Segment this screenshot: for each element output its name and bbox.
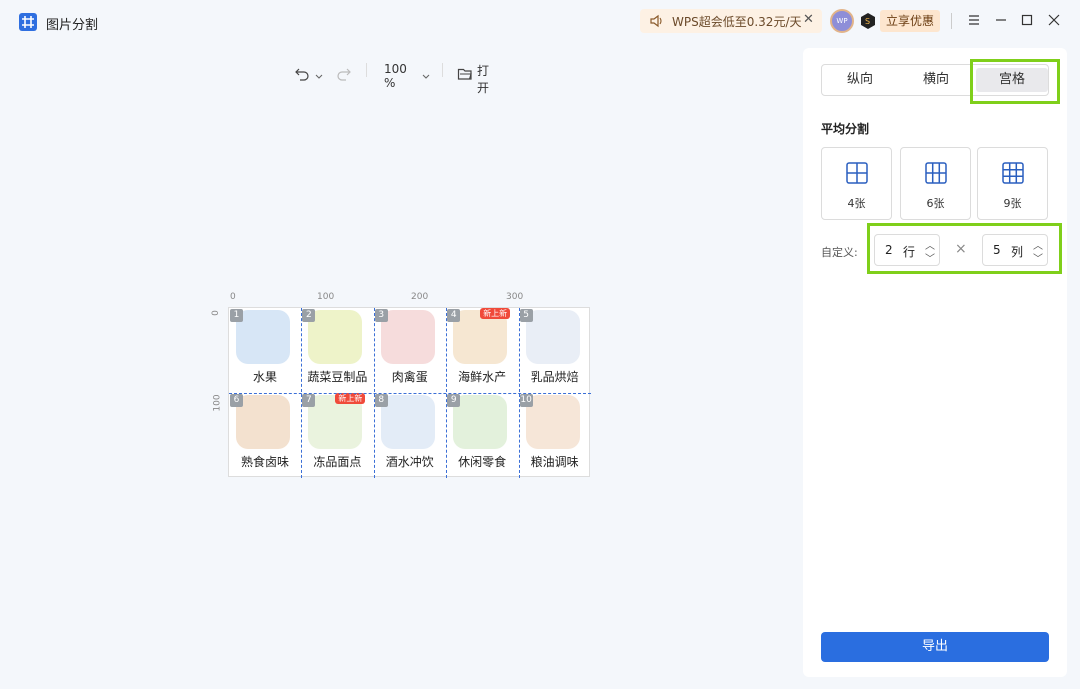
divider (951, 13, 952, 29)
cell-number: 10 (519, 394, 533, 407)
grid-cell[interactable]: 4 新上新海鲜水产 (446, 308, 518, 393)
highlight-box (867, 223, 1062, 274)
preset-label: 6张 (926, 197, 945, 210)
grid-cell[interactable]: 10 粮油调味 (519, 393, 591, 478)
cell-number: 5 (519, 309, 533, 322)
new-badge: 新上新 (480, 308, 511, 319)
grid-cell[interactable]: 7 新上新冻品面点 (301, 393, 373, 478)
category-thumbnail (236, 395, 290, 449)
cell-label: 乳品烘焙 (530, 370, 579, 384)
chevron-down-icon[interactable] (314, 65, 324, 89)
grid-9-icon (1002, 162, 1024, 184)
folder-open-icon[interactable] (457, 62, 473, 86)
grid-6-icon (925, 162, 947, 184)
ruler-x-label: 200 (411, 292, 429, 302)
promo-banner[interactable]: WPS超会低至0.32元/天 ✕ (640, 9, 822, 33)
tab-horizontal[interactable]: 横向 (898, 65, 974, 95)
category-thumbnail (236, 310, 290, 364)
cell-label: 熟食卤味 (240, 455, 289, 469)
speaker-icon (650, 14, 662, 28)
zoom-level[interactable]: 100 % (384, 62, 407, 90)
app-logo-icon (19, 13, 37, 31)
divider (366, 63, 367, 77)
preset-label: 4张 (847, 197, 866, 210)
category-thumbnail (380, 395, 435, 449)
preset-6-button[interactable]: 6张 (900, 147, 971, 220)
grid-cell[interactable]: 6 熟食卤味 (229, 393, 301, 478)
close-icon[interactable]: ✕ (803, 12, 814, 27)
custom-label: 自定义: (821, 246, 858, 259)
cell-label: 酒水冲饮 (385, 455, 434, 469)
new-badge: 新上新 (335, 393, 366, 404)
cell-number: 6 (230, 394, 243, 407)
category-thumbnail (525, 310, 580, 364)
promo-text: WPS超会低至0.32元/天 (672, 15, 802, 29)
highlight-box (970, 59, 1060, 104)
redo-icon[interactable] (336, 62, 352, 86)
svg-text:S: S (865, 17, 870, 26)
tab-vertical[interactable]: 纵向 (822, 65, 898, 95)
claim-offer-button[interactable]: 立享优惠 (880, 10, 940, 32)
cell-label: 粮油调味 (530, 455, 579, 469)
avatar[interactable]: WP (830, 9, 854, 33)
split-image-canvas[interactable]: 1 水果 2 蔬菜豆制品 3 肉禽蛋 4 新上新 海鲜水产 5 乳品烘焙 6 熟食卤味 7 新上新 冻品面点 8… (228, 307, 591, 478)
preset-label: 9张 (1003, 197, 1022, 210)
ruler-x-label: 300 (506, 292, 524, 302)
cell-label: 冻品面点 (313, 455, 362, 469)
cell-number: 8 (374, 394, 388, 407)
ruler-x-label: 0 (230, 292, 236, 302)
cell-label: 休闲零食 (458, 455, 507, 469)
ruler-y-label: 0 (210, 310, 221, 316)
cell-label: 水果 (252, 370, 277, 384)
title-bar: 图片分割 WPS超会低至0.32元/天 ✕ WP S 立享优惠 (0, 0, 1080, 42)
undo-icon[interactable] (294, 62, 310, 86)
category-thumbnail (380, 310, 435, 364)
category-thumbnail (308, 310, 363, 364)
split-line-horizontal[interactable] (229, 393, 591, 394)
vip-icon: S (861, 13, 875, 29)
grid-cell[interactable]: 9 休闲零食 (446, 393, 518, 478)
app-title: 图片分割 (46, 18, 99, 33)
export-button[interactable]: 导出 (821, 632, 1049, 662)
cell-number: 7 (302, 394, 316, 407)
cell-number: 3 (374, 309, 388, 322)
ruler-x-label: 100 (317, 292, 335, 302)
ruler-y-label: 100 (212, 394, 223, 412)
menu-icon[interactable] (966, 12, 982, 28)
preset-4-button[interactable]: 4张 (821, 147, 892, 220)
preset-9-button[interactable]: 9张 (977, 147, 1048, 220)
settings-panel: 纵向 横向 宫格 平均分割 4张 6张 9张 自定义: 2 行 ︿ ﹀ × 5 … (803, 48, 1067, 677)
maximize-icon[interactable] (1019, 12, 1035, 28)
cell-number: 2 (302, 309, 316, 322)
cell-number: 1 (230, 309, 243, 322)
cell-number: 4 (447, 309, 461, 322)
category-thumbnail (525, 395, 580, 449)
cell-number: 9 (447, 394, 461, 407)
open-button[interactable]: 打开 (477, 62, 489, 95)
grid-cell[interactable]: 1 水果 (229, 308, 301, 393)
chevron-down-icon[interactable] (421, 65, 431, 89)
cell-label: 肉禽蛋 (391, 370, 428, 384)
minimize-icon[interactable] (993, 12, 1009, 28)
divider (442, 63, 443, 77)
grid-cell[interactable]: 3 肉禽蛋 (374, 308, 446, 393)
section-title: 平均分割 (821, 122, 870, 136)
grid-cell[interactable]: 5 乳品烘焙 (519, 308, 591, 393)
grid-4-icon (846, 162, 868, 184)
cell-label: 海鲜水产 (458, 370, 507, 384)
cell-label: 蔬菜豆制品 (307, 370, 368, 384)
category-thumbnail (453, 395, 508, 449)
window-close-icon[interactable] (1046, 12, 1062, 28)
grid-cell[interactable]: 8 酒水冲饮 (374, 393, 446, 478)
grid-cell[interactable]: 2 蔬菜豆制品 (301, 308, 373, 393)
